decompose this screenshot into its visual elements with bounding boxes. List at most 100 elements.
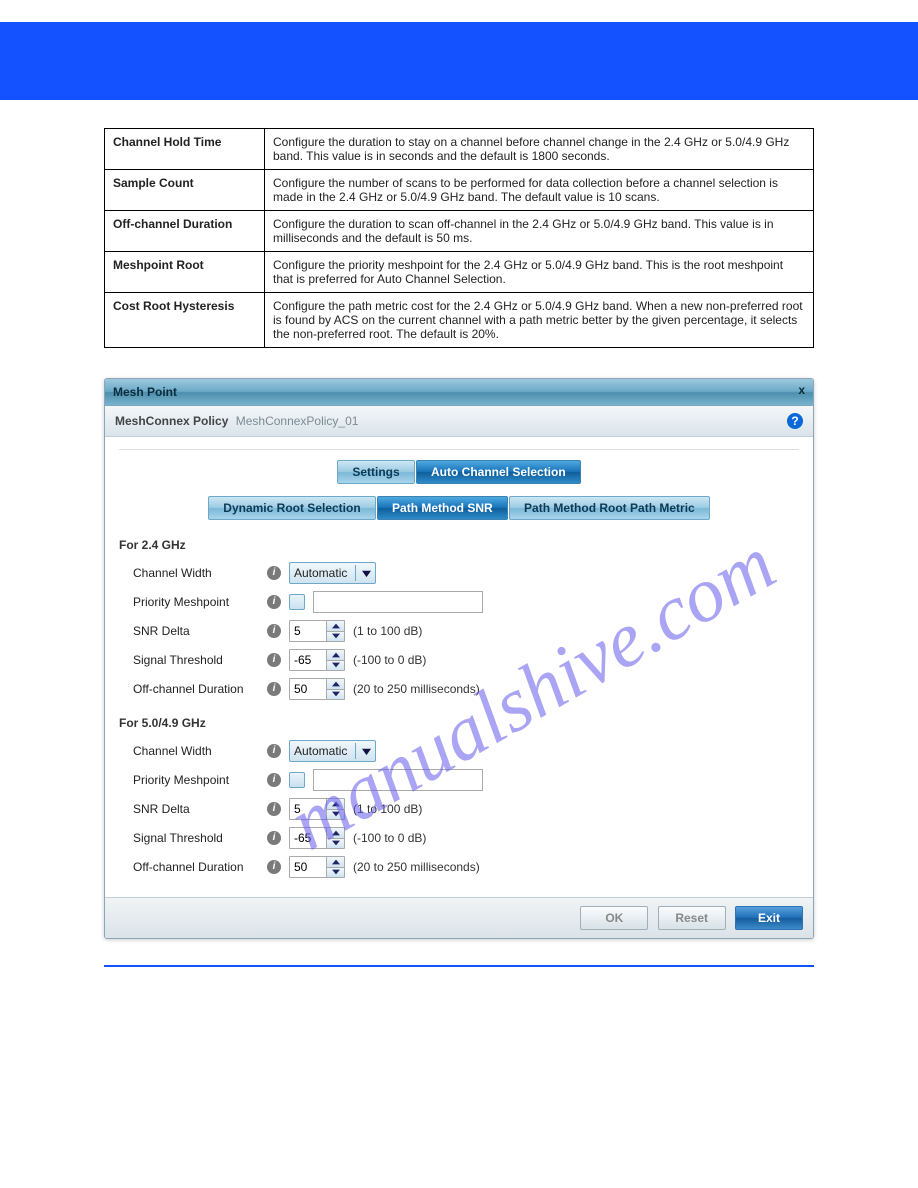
tab-path-method-snr[interactable]: Path Method SNR bbox=[377, 496, 508, 520]
row-snr-delta-50: SNR Delta i (1 to 100 dB) bbox=[133, 796, 799, 822]
row-snr-delta-24: SNR Delta i (1 to 100 dB) bbox=[133, 618, 799, 644]
label-off-channel-duration: Off-channel Duration bbox=[133, 860, 267, 874]
priority-meshpoint-input-24[interactable] bbox=[313, 591, 483, 613]
label-snr-delta: SNR Delta bbox=[133, 802, 267, 816]
off-channel-duration-stepper-50[interactable] bbox=[289, 856, 345, 878]
row-priority-meshpoint-50: Priority Meshpoint i bbox=[133, 767, 799, 793]
channel-width-select-24[interactable]: Automatic bbox=[289, 562, 376, 584]
stepper-down-icon[interactable] bbox=[327, 868, 344, 878]
def-desc: Configure the number of scans to be perf… bbox=[265, 170, 814, 211]
snr-delta-hint: (1 to 100 dB) bbox=[353, 624, 422, 638]
definitions-table: Channel Hold Time Configure the duration… bbox=[104, 128, 814, 348]
table-row: Channel Hold Time Configure the duration… bbox=[105, 129, 814, 170]
reset-button[interactable]: Reset bbox=[658, 906, 726, 930]
ok-button[interactable]: OK bbox=[580, 906, 648, 930]
row-channel-width-24: Channel Width i Automatic bbox=[133, 560, 799, 586]
snr-delta-input-24[interactable] bbox=[290, 621, 326, 641]
priority-meshpoint-input-50[interactable] bbox=[313, 769, 483, 791]
help-icon[interactable]: ? bbox=[787, 413, 803, 429]
stepper-down-icon[interactable] bbox=[327, 690, 344, 700]
tab-path-method-root-path-metric[interactable]: Path Method Root Path Metric bbox=[509, 496, 710, 520]
info-icon[interactable]: i bbox=[267, 802, 281, 816]
chevron-down-icon bbox=[355, 565, 371, 581]
table-row: Sample Count Configure the number of sca… bbox=[105, 170, 814, 211]
info-icon[interactable]: i bbox=[267, 744, 281, 758]
label-channel-width: Channel Width bbox=[133, 566, 267, 580]
info-icon[interactable]: i bbox=[267, 860, 281, 874]
label-priority-meshpoint: Priority Meshpoint bbox=[133, 595, 267, 609]
off-channel-duration-input-50[interactable] bbox=[290, 857, 326, 877]
off-channel-duration-hint: (20 to 250 milliseconds) bbox=[353, 682, 480, 696]
label-signal-threshold: Signal Threshold bbox=[133, 831, 267, 845]
dialog-title-bar: Mesh Point x bbox=[105, 379, 813, 406]
priority-meshpoint-checkbox-24[interactable] bbox=[289, 594, 305, 610]
label-off-channel-duration: Off-channel Duration bbox=[133, 682, 267, 696]
stepper-up-icon[interactable] bbox=[327, 621, 344, 632]
select-value: Automatic bbox=[294, 744, 347, 758]
tab-row-sub: Dynamic Root Selection Path Method SNR P… bbox=[119, 496, 799, 520]
snr-delta-stepper-50[interactable] bbox=[289, 798, 345, 820]
stepper-up-icon[interactable] bbox=[327, 650, 344, 661]
info-icon[interactable]: i bbox=[267, 566, 281, 580]
tab-row-top: Settings Auto Channel Selection bbox=[119, 460, 799, 484]
label-snr-delta: SNR Delta bbox=[133, 624, 267, 638]
signal-threshold-hint: (-100 to 0 dB) bbox=[353, 653, 426, 667]
close-icon[interactable]: x bbox=[798, 383, 805, 397]
def-term: Off-channel Duration bbox=[105, 211, 265, 252]
info-icon[interactable]: i bbox=[267, 595, 281, 609]
info-icon[interactable]: i bbox=[267, 831, 281, 845]
stepper-down-icon[interactable] bbox=[327, 810, 344, 820]
snr-delta-hint: (1 to 100 dB) bbox=[353, 802, 422, 816]
off-channel-duration-stepper-24[interactable] bbox=[289, 678, 345, 700]
def-desc: Configure the priority meshpoint for the… bbox=[265, 252, 814, 293]
dialog-title: Mesh Point bbox=[113, 385, 177, 399]
info-icon[interactable]: i bbox=[267, 682, 281, 696]
footer-divider bbox=[104, 965, 814, 967]
info-icon[interactable]: i bbox=[267, 653, 281, 667]
dialog-subheader: MeshConnex Policy MeshConnexPolicy_01 ? bbox=[105, 406, 813, 437]
stepper-up-icon[interactable] bbox=[327, 857, 344, 868]
def-term: Meshpoint Root bbox=[105, 252, 265, 293]
dialog-button-row: OK Reset Exit bbox=[105, 897, 813, 938]
label-signal-threshold: Signal Threshold bbox=[133, 653, 267, 667]
priority-meshpoint-checkbox-50[interactable] bbox=[289, 772, 305, 788]
row-signal-threshold-24: Signal Threshold i (-100 to 0 dB) bbox=[133, 647, 799, 673]
stepper-down-icon[interactable] bbox=[327, 839, 344, 849]
def-desc: Configure the path metric cost for the 2… bbox=[265, 293, 814, 348]
signal-threshold-stepper-24[interactable] bbox=[289, 649, 345, 671]
stepper-up-icon[interactable] bbox=[327, 828, 344, 839]
stepper-down-icon[interactable] bbox=[327, 632, 344, 642]
def-desc: Configure the duration to stay on a chan… bbox=[265, 129, 814, 170]
snr-delta-stepper-24[interactable] bbox=[289, 620, 345, 642]
label-channel-width: Channel Width bbox=[133, 744, 267, 758]
table-row: Cost Root Hysteresis Configure the path … bbox=[105, 293, 814, 348]
info-icon[interactable]: i bbox=[267, 624, 281, 638]
row-priority-meshpoint-24: Priority Meshpoint i bbox=[133, 589, 799, 615]
off-channel-duration-input-24[interactable] bbox=[290, 679, 326, 699]
channel-width-select-50[interactable]: Automatic bbox=[289, 740, 376, 762]
signal-threshold-input-24[interactable] bbox=[290, 650, 326, 670]
tab-settings[interactable]: Settings bbox=[337, 460, 414, 484]
snr-delta-input-50[interactable] bbox=[290, 799, 326, 819]
select-value: Automatic bbox=[294, 566, 347, 580]
tab-auto-channel-selection[interactable]: Auto Channel Selection bbox=[416, 460, 581, 484]
stepper-up-icon[interactable] bbox=[327, 799, 344, 810]
info-icon[interactable]: i bbox=[267, 773, 281, 787]
exit-button[interactable]: Exit bbox=[735, 906, 803, 930]
table-row: Meshpoint Root Configure the priority me… bbox=[105, 252, 814, 293]
off-channel-duration-hint: (20 to 250 milliseconds) bbox=[353, 860, 480, 874]
def-desc: Configure the duration to scan off-chann… bbox=[265, 211, 814, 252]
label-priority-meshpoint: Priority Meshpoint bbox=[133, 773, 267, 787]
page-header-bar bbox=[0, 22, 918, 100]
signal-threshold-stepper-50[interactable] bbox=[289, 827, 345, 849]
stepper-up-icon[interactable] bbox=[327, 679, 344, 690]
mesh-point-dialog: Mesh Point x MeshConnex Policy MeshConne… bbox=[104, 378, 814, 939]
signal-threshold-input-50[interactable] bbox=[290, 828, 326, 848]
tab-dynamic-root-selection[interactable]: Dynamic Root Selection bbox=[208, 496, 375, 520]
def-term: Cost Root Hysteresis bbox=[105, 293, 265, 348]
policy-label: MeshConnex Policy bbox=[115, 414, 228, 428]
def-term: Sample Count bbox=[105, 170, 265, 211]
divider bbox=[119, 449, 799, 450]
signal-threshold-hint: (-100 to 0 dB) bbox=[353, 831, 426, 845]
stepper-down-icon[interactable] bbox=[327, 661, 344, 671]
